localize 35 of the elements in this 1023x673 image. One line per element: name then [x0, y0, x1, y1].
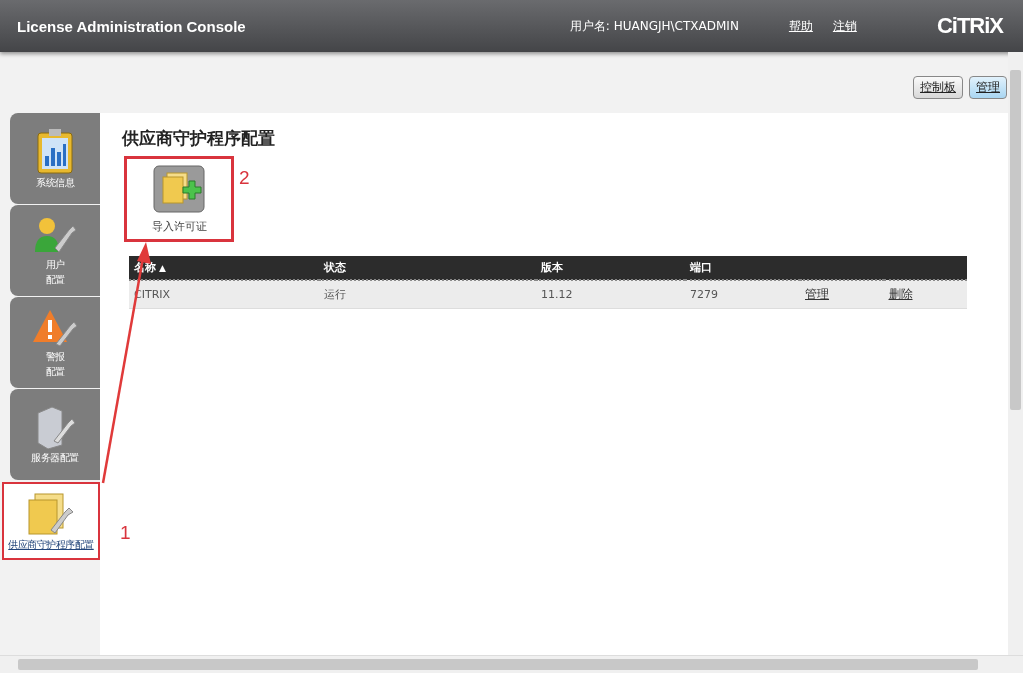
sidebar-label: 配置 [45, 272, 65, 286]
clipboard-chart-icon [36, 128, 74, 174]
table-cell: 7279 [685, 280, 800, 309]
sidebar-label: 系统信息 [36, 176, 74, 189]
annotation-number: 2 [239, 167, 250, 189]
import-label: 导入许可证 [151, 218, 207, 234]
sidebar-label: 警报 [45, 349, 65, 363]
column-header: 端口 [685, 256, 800, 280]
row-action-link[interactable]: 管理 [805, 287, 829, 301]
sidebar-label: 服务器配置 [31, 451, 79, 464]
folder-plus-icon [153, 164, 205, 213]
sidebar-label: 配置 [45, 364, 65, 378]
page-title: 供应商守护程序配置 [122, 127, 276, 150]
annotation-number: 1 [120, 522, 131, 544]
nav-button[interactable]: 控制板 [913, 76, 963, 99]
sidebar-item[interactable]: 系统信息 [10, 113, 100, 204]
scrollbar-thumb[interactable] [18, 659, 978, 670]
sort-arrow: ▲ [159, 263, 166, 273]
header-link[interactable]: 注销 [832, 17, 857, 35]
console-title: License Administration Console [17, 17, 247, 35]
sidebar-label: 供应商守护程序配置 [8, 537, 94, 551]
row-action-link[interactable]: 删除 [888, 287, 913, 301]
user-name: 用户名: HUANGJH\CTXADMIN [569, 17, 739, 35]
table-cell: 运行 [319, 280, 536, 309]
column-header: 状态 [319, 256, 536, 280]
sidebar-item[interactable]: 服务器配置 [10, 389, 100, 480]
sidebar-item[interactable]: 警报 配置 [10, 297, 100, 388]
sidebar-label: 用户 [45, 257, 65, 271]
nav-button[interactable]: 管理 [969, 76, 1007, 99]
logo: CiTRiX [936, 13, 1003, 39]
scrollbar-thumb[interactable] [1010, 70, 1021, 410]
header-link[interactable]: 帮助 [788, 17, 813, 35]
column-header: 版本 [536, 256, 685, 280]
table-cell: 11.12 [536, 280, 685, 309]
sidebar-item[interactable]: 用户 配置 [10, 205, 100, 296]
